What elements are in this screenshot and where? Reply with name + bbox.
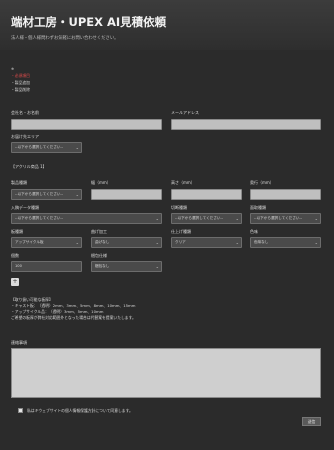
bend-select-value: 曲げなし [95,240,110,244]
color-label: 色味 [250,229,258,234]
page-subtitle: 法人様・個人様問わずお気軽にお問い合わせください。 [11,36,119,41]
cut-label: 切断種類 [171,205,187,210]
email-input[interactable] [171,119,321,130]
area-select[interactable]: --以下から選択してください-- ⌄ [11,142,82,153]
corner-label: 面取種類 [250,205,266,210]
color-select[interactable]: 色味なし ⌄ [250,237,321,248]
consent-checkbox[interactable] [18,408,23,413]
color-select-value: 色味なし [254,240,269,244]
mount-label: 入稿データ種類 [11,205,39,210]
chevron-down-icon: ⌄ [155,216,159,221]
bend-select[interactable]: 曲げなし ⌄ [91,237,162,248]
chevron-down-icon: ⌄ [75,192,79,197]
chevron-down-icon: ⌄ [314,240,318,245]
bend-label: 曲げ加工 [91,229,107,234]
depth-input[interactable] [250,189,321,200]
add-product-button[interactable]: + [11,278,19,286]
corner-select-value: --以下から選択してください-- [254,216,303,220]
height-label: 高さ（mm） [171,180,195,185]
message-label: 連絡事項 [11,340,27,345]
chevron-down-icon: ⌄ [75,145,79,150]
notes-line-3: ご希望の板厚が弊社対応範囲外となった場合は代替案を提案いたします。 [11,315,136,320]
qty-input[interactable]: 100 [11,261,82,272]
width-input[interactable] [91,189,162,200]
legend-marker: ※ [11,66,15,71]
chevron-down-icon: ⌄ [75,240,79,245]
company-input[interactable] [11,119,162,130]
chevron-down-icon: ⌄ [314,216,318,221]
corner-select[interactable]: --以下から選択してください-- ⌄ [250,213,321,224]
pack-label: 梱包仕様 [91,253,107,258]
message-textarea[interactable] [11,348,321,398]
chevron-down-icon: ⌄ [155,264,159,269]
area-select-value: --以下から選択してください-- [15,145,64,149]
company-label: 会社名・お名前 [11,110,39,115]
qty-input-value: 100 [15,264,22,268]
mount-select-value: --以下から選択してください-- [15,216,64,220]
area-label: お届け先エリア [11,134,39,139]
email-label: メールアドレス [171,110,199,115]
cut-select-value: --以下から選択してください-- [175,216,224,220]
width-label: 幅（mm） [91,180,111,185]
product-heading: 【アクリル商品 1】 [11,164,47,169]
mount-select[interactable]: --以下から選択してください-- ⌄ [11,213,162,224]
type-select-value: --以下から選択してください-- [15,192,64,196]
legend-add: ・製品追加 [11,80,30,85]
pack-select-value: 梱包なし [95,264,110,268]
material-select-value: アップサイクル板 [15,240,44,244]
pack-select[interactable]: 梱包なし ⌄ [91,261,162,272]
finish-label: 仕上げ種類 [171,229,191,234]
qty-label: 個数 [11,253,19,258]
page-header: 端材工房・UPEX AI見積依頼 法人様・個人様問わずお気軽にお問い合わせくださ… [0,0,334,50]
chevron-down-icon: ⌄ [155,240,159,245]
page-title: 端材工房・UPEX AI見積依頼 [11,15,167,29]
height-input[interactable] [171,189,242,200]
depth-label: 奥行（mm） [250,180,274,185]
finish-select-value: クリア [175,240,186,244]
chevron-down-icon: ⌄ [235,240,239,245]
consent-label: 私はキウェブサイトの個人情報保護方針について同意します。 [27,408,133,413]
finish-select[interactable]: クリア ⌄ [171,237,242,248]
legend-required: ・必須項目 [11,73,30,78]
material-label: 板種類 [11,229,23,234]
type-label: 製品種類 [11,180,27,185]
legend-remove: ・製品削除 [11,87,30,92]
material-select[interactable]: アップサイクル板 ⌄ [11,237,82,248]
chevron-down-icon: ⌄ [235,216,239,221]
submit-button[interactable]: 送信 [302,417,321,426]
cut-select[interactable]: --以下から選択してください-- ⌄ [171,213,242,224]
type-select[interactable]: --以下から選択してください-- ⌄ [11,189,82,200]
